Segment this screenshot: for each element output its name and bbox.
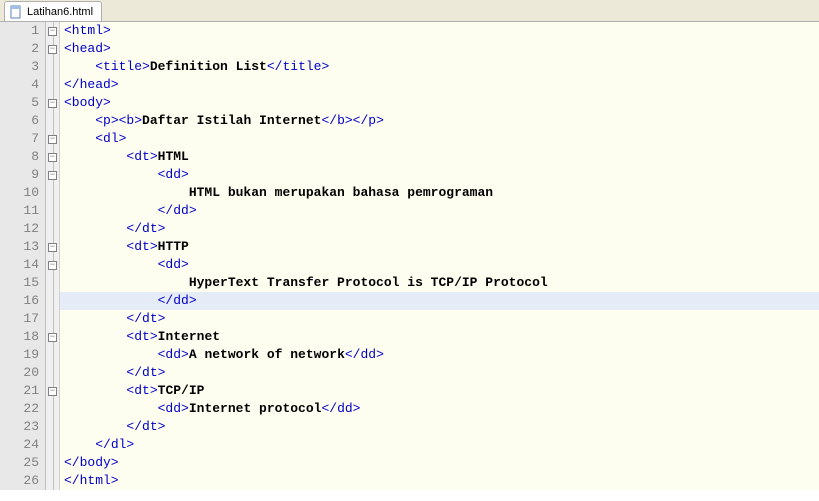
code-line[interactable]: </head> <box>60 76 819 94</box>
fold-cell <box>46 364 59 382</box>
line-number: 11 <box>0 202 39 220</box>
code-area[interactable]: <html><head> <title>Definition List</tit… <box>60 22 819 490</box>
tab-filename: Latihan6.html <box>27 6 93 18</box>
fold-cell <box>46 58 59 76</box>
code-line[interactable]: <dl> <box>60 130 819 148</box>
fold-cell: − <box>46 382 59 400</box>
line-number: 4 <box>0 76 39 94</box>
file-icon <box>9 5 23 19</box>
line-number: 6 <box>0 112 39 130</box>
line-number: 10 <box>0 184 39 202</box>
fold-toggle-icon[interactable]: − <box>48 153 57 162</box>
code-line[interactable]: </html> <box>60 472 819 490</box>
line-number: 3 <box>0 58 39 76</box>
line-number: 8 <box>0 148 39 166</box>
code-line[interactable]: </body> <box>60 454 819 472</box>
line-number-gutter: 1234567891011121314151617181920212223242… <box>0 22 46 490</box>
line-number: 24 <box>0 436 39 454</box>
code-line[interactable]: <dt>HTTP <box>60 238 819 256</box>
code-line[interactable]: <html> <box>60 22 819 40</box>
fold-cell: − <box>46 40 59 58</box>
fold-cell <box>46 346 59 364</box>
line-number: 7 <box>0 130 39 148</box>
fold-cell <box>46 184 59 202</box>
code-line[interactable]: </dl> <box>60 436 819 454</box>
fold-toggle-icon[interactable]: − <box>48 243 57 252</box>
code-line[interactable]: </dd> <box>60 292 819 310</box>
line-number: 17 <box>0 310 39 328</box>
code-line[interactable]: <title>Definition List</title> <box>60 58 819 76</box>
fold-toggle-icon[interactable]: − <box>48 27 57 36</box>
fold-cell <box>46 112 59 130</box>
code-line[interactable]: HyperText Transfer Protocol is TCP/IP Pr… <box>60 274 819 292</box>
fold-cell: − <box>46 130 59 148</box>
code-line[interactable]: </dt> <box>60 220 819 238</box>
line-number: 21 <box>0 382 39 400</box>
fold-toggle-icon[interactable]: − <box>48 99 57 108</box>
fold-cell: − <box>46 94 59 112</box>
code-line[interactable]: <dt>TCP/IP <box>60 382 819 400</box>
code-line[interactable]: </dt> <box>60 364 819 382</box>
line-number: 23 <box>0 418 39 436</box>
line-number: 20 <box>0 364 39 382</box>
code-line[interactable]: <dd> <box>60 256 819 274</box>
line-number: 13 <box>0 238 39 256</box>
fold-cell <box>46 454 59 472</box>
code-line[interactable]: HTML bukan merupakan bahasa pemrograman <box>60 184 819 202</box>
code-line[interactable]: <p><b>Daftar Istilah Internet</b></p> <box>60 112 819 130</box>
fold-column: − − − − − − − − − − <box>46 22 60 490</box>
line-number: 14 <box>0 256 39 274</box>
code-line[interactable]: <dd>Internet protocol</dd> <box>60 400 819 418</box>
line-number: 15 <box>0 274 39 292</box>
fold-cell: − <box>46 238 59 256</box>
line-number: 18 <box>0 328 39 346</box>
fold-cell <box>46 472 59 490</box>
code-line[interactable]: <dd> <box>60 166 819 184</box>
line-number: 26 <box>0 472 39 490</box>
line-number: 9 <box>0 166 39 184</box>
code-line[interactable]: <dt>Internet <box>60 328 819 346</box>
code-line[interactable]: <dd>A network of network</dd> <box>60 346 819 364</box>
fold-toggle-icon[interactable]: − <box>48 45 57 54</box>
fold-cell: − <box>46 328 59 346</box>
line-number: 25 <box>0 454 39 472</box>
line-number: 5 <box>0 94 39 112</box>
code-editor[interactable]: 1234567891011121314151617181920212223242… <box>0 22 819 490</box>
code-line[interactable]: <dt>HTML <box>60 148 819 166</box>
line-number: 22 <box>0 400 39 418</box>
fold-cell <box>46 274 59 292</box>
code-line[interactable]: </dt> <box>60 310 819 328</box>
code-line[interactable]: </dt> <box>60 418 819 436</box>
fold-cell <box>46 310 59 328</box>
fold-toggle-icon[interactable]: − <box>48 261 57 270</box>
code-line[interactable]: <body> <box>60 94 819 112</box>
code-line[interactable]: </dd> <box>60 202 819 220</box>
file-tab[interactable]: Latihan6.html <box>4 1 102 21</box>
fold-cell: − <box>46 166 59 184</box>
fold-cell <box>46 76 59 94</box>
fold-cell <box>46 436 59 454</box>
fold-toggle-icon[interactable]: − <box>48 171 57 180</box>
fold-cell <box>46 202 59 220</box>
code-line[interactable]: <head> <box>60 40 819 58</box>
fold-cell <box>46 292 59 310</box>
line-number: 12 <box>0 220 39 238</box>
fold-toggle-icon[interactable]: − <box>48 387 57 396</box>
line-number: 2 <box>0 40 39 58</box>
line-number: 1 <box>0 22 39 40</box>
fold-toggle-icon[interactable]: − <box>48 135 57 144</box>
fold-cell <box>46 220 59 238</box>
tab-bar: Latihan6.html <box>0 0 819 22</box>
line-number: 19 <box>0 346 39 364</box>
fold-cell <box>46 418 59 436</box>
line-number: 16 <box>0 292 39 310</box>
fold-cell: − <box>46 22 59 40</box>
fold-cell: − <box>46 256 59 274</box>
fold-cell <box>46 400 59 418</box>
fold-toggle-icon[interactable]: − <box>48 333 57 342</box>
fold-cell: − <box>46 148 59 166</box>
